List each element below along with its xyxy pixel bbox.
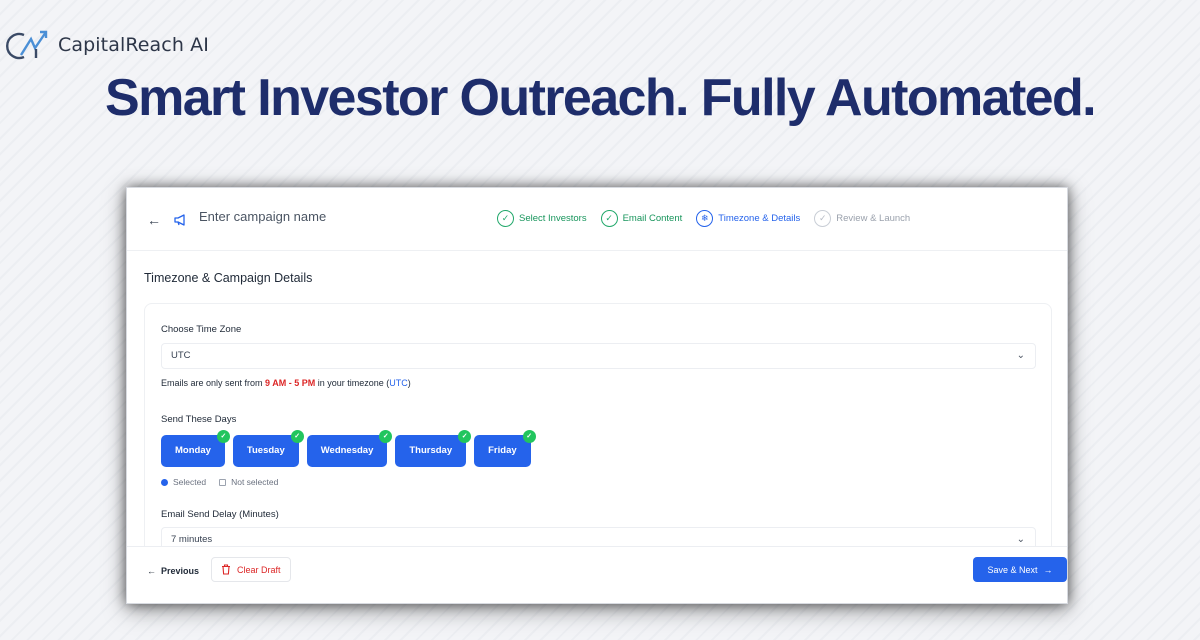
step-select-investors[interactable]: ✓ Select Investors (497, 210, 587, 227)
day-toggle-wednesday[interactable]: Wednesday ✓ (306, 430, 393, 467)
footer-bar: ← Previous Clear Draft Save & Next → (127, 546, 1067, 603)
cr-logo-icon (6, 30, 48, 60)
hint-hours: 9 AM - 5 PM (265, 378, 316, 388)
timezone-label: Choose Time Zone (161, 324, 242, 335)
step-label: Email Content (622, 213, 683, 224)
check-circle-icon: ✓ (600, 210, 618, 227)
days-label: Send These Days (161, 414, 237, 425)
brand-name: CapitalReach AI (58, 34, 209, 56)
check-icon: ✓ (290, 430, 304, 443)
day-toggle-group: Monday ✓ Tuesday ✓ Wednesday ✓ Thursday … (161, 430, 536, 467)
hero-title: Smart Investor Outreach. Fully Automated… (104, 69, 1097, 127)
app-window: ← ✓ Select Investors ✓ Email Content ❄ T… (126, 187, 1068, 604)
step-label: Review & Launch (836, 213, 911, 224)
day-label: Tuesday (246, 445, 285, 456)
step-timezone-details[interactable]: ❄ Timezone & Details (696, 210, 800, 227)
section-title: Timezone & Campaign Details (144, 271, 313, 285)
timezone-value: UTC (171, 350, 191, 361)
check-circle-icon: ✓ (814, 210, 832, 227)
megaphone-icon (174, 214, 185, 226)
check-icon: ✓ (216, 430, 230, 443)
day-label: Monday (175, 445, 211, 456)
check-icon: ✓ (522, 430, 536, 443)
check-circle-icon: ✓ (497, 210, 514, 227)
save-next-label: Save & Next (987, 564, 1038, 575)
previous-button[interactable]: ← Previous (137, 559, 210, 583)
previous-label: Previous (161, 566, 200, 576)
arrow-left-icon: ← (147, 566, 156, 576)
timezone-select[interactable]: UTC ⌄ (161, 343, 1036, 369)
delay-label: Email Send Delay (Minutes) (161, 509, 279, 520)
trash-icon (222, 564, 230, 575)
check-icon: ✓ (379, 430, 393, 443)
days-legend: Selected Not selected (161, 477, 278, 487)
hint-timezone: UTC (389, 378, 408, 388)
chevron-down-icon: ⌄ (1016, 350, 1025, 361)
day-label: Friday (488, 445, 517, 456)
step-label: Select Investors (519, 213, 587, 224)
details-card: Choose Time Zone UTC ⌄ Emails are only s… (144, 303, 1052, 563)
campaign-name-input[interactable] (199, 209, 399, 224)
day-toggle-thursday[interactable]: Thursday ✓ (395, 430, 472, 467)
save-next-button[interactable]: Save & Next → (973, 557, 1067, 582)
hint-text: in your timezone ( (315, 378, 390, 388)
check-icon: ✓ (458, 430, 472, 443)
clear-draft-button[interactable]: Clear Draft (211, 557, 291, 582)
day-label: Thursday (409, 445, 453, 456)
stepper: ✓ Select Investors ✓ Email Content ❄ Tim… (497, 210, 910, 227)
step-label: Timezone & Details (718, 213, 801, 224)
legend-not-selected: Not selected (231, 477, 279, 487)
brand: CapitalReach AI (2, 28, 209, 62)
step-email-content[interactable]: ✓ Email Content (600, 210, 683, 227)
day-label: Wednesday (320, 445, 374, 456)
topbar: ← ✓ Select Investors ✓ Email Content ❄ T… (127, 188, 1067, 251)
day-toggle-monday[interactable]: Monday ✓ (161, 430, 230, 467)
step-review-launch[interactable]: ✓ Review & Launch (814, 210, 910, 227)
send-window-hint: Emails are only sent from 9 AM - 5 PM in… (161, 378, 411, 388)
day-toggle-friday[interactable]: Friday ✓ (474, 430, 536, 467)
day-toggle-tuesday[interactable]: Tuesday ✓ (232, 430, 304, 467)
unselected-box-icon (219, 478, 227, 486)
arrow-right-icon: → (1043, 564, 1053, 575)
selected-dot-icon (161, 478, 168, 486)
legend-selected: Selected (173, 477, 207, 487)
delay-value: 7 minutes (171, 534, 213, 545)
arrow-left-icon[interactable]: ← (147, 212, 161, 228)
globe-icon: ❄ (696, 210, 714, 227)
hint-text: ) (407, 378, 411, 388)
hint-text: Emails are only sent from (161, 378, 266, 388)
clear-draft-label: Clear Draft (237, 564, 281, 575)
